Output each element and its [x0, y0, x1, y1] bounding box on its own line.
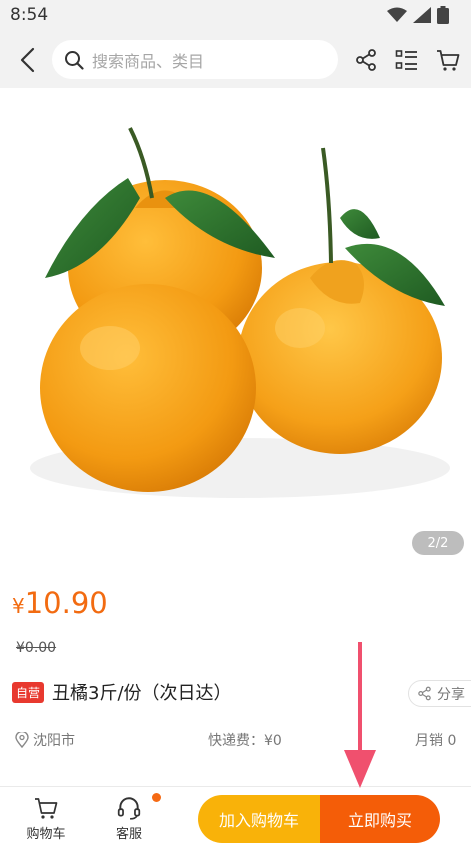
- currency-symbol: ¥: [12, 594, 25, 618]
- status-icons: [387, 6, 449, 24]
- back-icon: [20, 47, 35, 73]
- top-nav-bar: 搜索商品、类目: [0, 32, 471, 88]
- battery-icon: [437, 6, 449, 24]
- self-operated-badge: 自营: [12, 681, 45, 703]
- share-icon: [418, 686, 431, 701]
- location-text: 沈阳市: [33, 733, 75, 749]
- signal-icon: [413, 7, 431, 23]
- add-to-cart-button[interactable]: 加入购物车: [198, 795, 320, 843]
- search-placeholder: 搜索商品、类目: [92, 51, 205, 71]
- product-title: 丑橘3斤/份（次日达）: [52, 683, 232, 704]
- buy-now-button[interactable]: 立即购买: [320, 795, 440, 843]
- share-label: 分享: [437, 686, 465, 703]
- shipping-fee: 快递费：¥0: [208, 733, 282, 749]
- cart-icon: [437, 50, 460, 71]
- cart-label: 购物车: [26, 827, 66, 842]
- customer-service-button[interactable]: 客服: [99, 793, 159, 842]
- product-image-carousel[interactable]: 2/2: [0, 88, 471, 566]
- current-price: ¥10.90: [12, 586, 108, 620]
- notification-dot: [152, 793, 161, 802]
- bottom-action-bar: 购物车 客服 加入购物车 立即购买: [0, 786, 471, 846]
- back-button[interactable]: [12, 44, 42, 76]
- price-value: 10.90: [24, 586, 108, 620]
- product-photo-oranges: [30, 127, 450, 498]
- wifi-icon: [387, 7, 407, 22]
- category-menu-button[interactable]: [393, 46, 421, 74]
- headset-icon: [117, 797, 141, 820]
- monthly-sales: 月销 0: [415, 733, 457, 749]
- location-pin-icon: [15, 732, 29, 748]
- location: 沈阳市: [15, 730, 75, 750]
- image-counter: 2/2: [412, 531, 464, 555]
- service-label: 客服: [115, 827, 142, 842]
- share-button[interactable]: [352, 46, 380, 74]
- bottom-cart-button[interactable]: 购物车: [16, 793, 76, 842]
- list-menu-icon: [395, 50, 417, 70]
- product-title-row: 自营 丑橘3斤/份（次日达）: [12, 679, 232, 705]
- status-time: 8:54: [10, 5, 49, 25]
- cart-icon: [35, 798, 58, 819]
- search-icon: [65, 50, 84, 70]
- status-bar: 8:54: [0, 0, 471, 32]
- share-pill-button[interactable]: 分享: [408, 680, 471, 707]
- annotation-arrow-icon: [344, 642, 376, 788]
- search-input[interactable]: 搜索商品、类目: [52, 40, 338, 79]
- share-icon: [356, 49, 376, 71]
- original-price: ¥0.00: [16, 640, 57, 656]
- cart-button[interactable]: [434, 46, 462, 74]
